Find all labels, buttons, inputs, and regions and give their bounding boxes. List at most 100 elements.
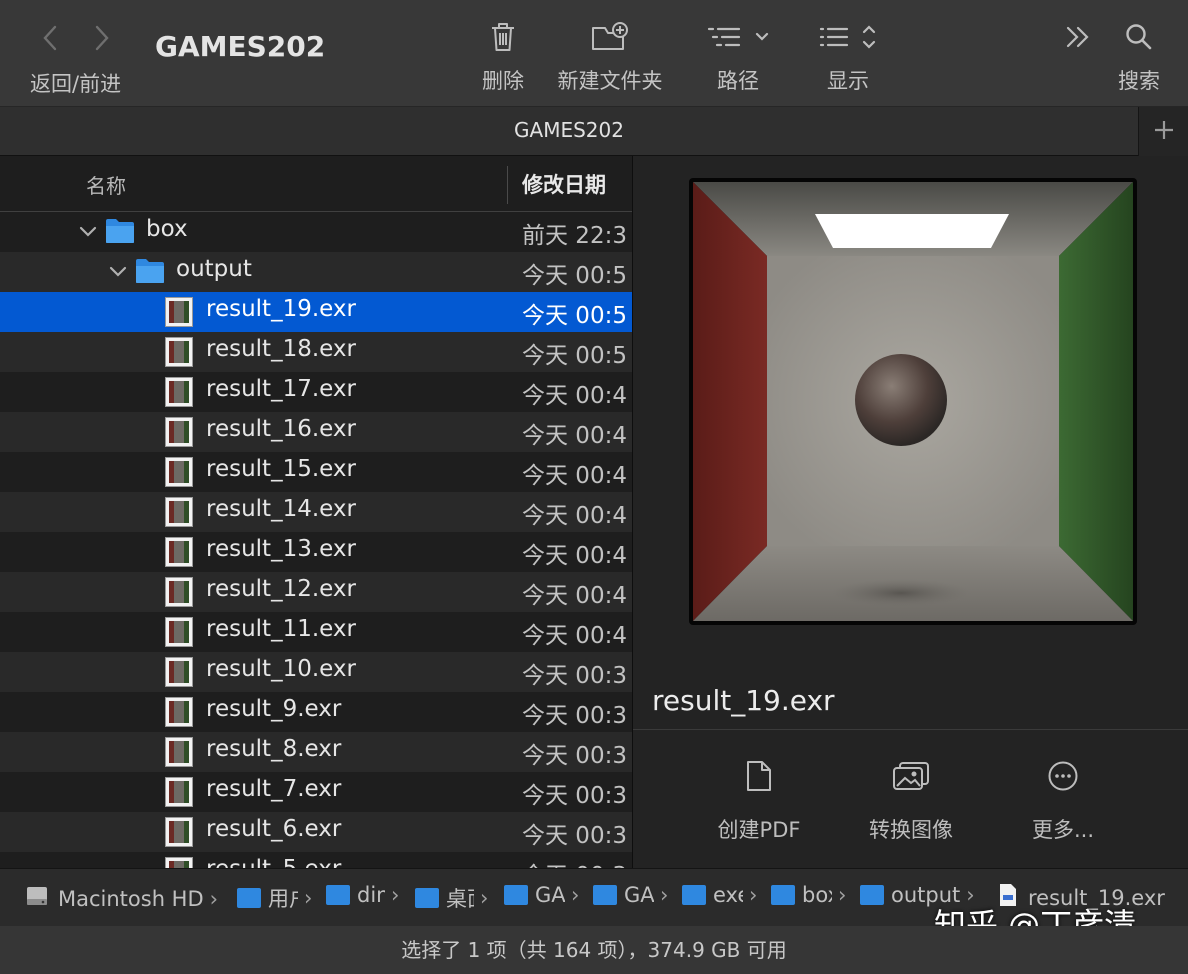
document-icon xyxy=(745,756,773,796)
path-item-box[interactable]: box› xyxy=(771,883,855,907)
toolbar: 返回/前进 GAMES202 删除 新建文件夹 路径 显示 搜索 xyxy=(0,0,1188,106)
row-name: result_12.exr xyxy=(206,576,356,602)
path-item-macintosh-hd[interactable]: Macintosh HD › xyxy=(24,883,218,914)
file-row[interactable]: result_15.exr 今天 00:4 xyxy=(0,452,632,492)
folder-row[interactable]: box 前天 22:3 xyxy=(0,212,632,252)
preview-divider xyxy=(633,729,1188,730)
exr-thumbnail-icon xyxy=(165,377,193,407)
exr-thumbnail-icon xyxy=(165,537,193,567)
row-date: 今天 00:4 xyxy=(522,543,627,569)
row-date: 今天 00:4 xyxy=(522,503,627,529)
column-header-date[interactable]: 修改日期 xyxy=(522,169,606,199)
file-row[interactable]: result_11.exr 今天 00:4 xyxy=(0,612,632,652)
view-button[interactable]: 显示 xyxy=(815,17,881,95)
column-divider[interactable] xyxy=(507,166,508,204)
path-item-label: GAMES202 xyxy=(624,883,654,907)
path-item-exercise[interactable]: exercise› xyxy=(682,883,766,907)
file-list: 名称 修改日期 box 前天 22:3 output 今天 00:5 result_19… xyxy=(0,156,632,868)
file-row[interactable]: result_16.exr 今天 00:4 xyxy=(0,412,632,452)
file-row[interactable]: result_18.exr 今天 00:5 xyxy=(0,332,632,372)
forward-chevron-icon[interactable] xyxy=(91,23,111,57)
path-item-label: GAMES xyxy=(535,883,565,907)
row-name: result_17.exr xyxy=(206,376,356,402)
path-separator: › xyxy=(660,883,669,907)
path-item-games202[interactable]: GAMES202› xyxy=(593,883,677,907)
new-tab-button[interactable] xyxy=(1138,107,1188,156)
folder-icon xyxy=(860,885,884,905)
file-row[interactable]: result_13.exr 今天 00:4 xyxy=(0,532,632,572)
row-date: 今天 00:3 xyxy=(522,783,627,809)
more-toolbar-button[interactable] xyxy=(1062,17,1094,57)
finder-window: 返回/前进 GAMES202 删除 新建文件夹 路径 显示 搜索 GAMES20… xyxy=(0,0,1188,974)
preview-pane: result_19.exr 创建PDF 转换图像 更多... xyxy=(633,156,1188,868)
file-row[interactable]: result_6.exr 今天 00:3 xyxy=(0,812,632,852)
row-date: 今天 00:4 xyxy=(522,383,627,409)
user-folder-icon xyxy=(326,885,350,905)
path-button[interactable]: 路径 xyxy=(705,17,771,95)
row-name: result_19.exr xyxy=(206,296,356,322)
exr-thumbnail-icon xyxy=(165,777,193,807)
nav-label: 返回/前进 xyxy=(30,72,122,96)
row-date: 今天 00:4 xyxy=(522,583,627,609)
file-row[interactable]: result_17.exr 今天 00:4 xyxy=(0,372,632,412)
path-item-user[interactable]: dingyanqing› xyxy=(326,883,406,907)
new-folder-label: 新建文件夹 xyxy=(557,69,663,93)
row-name: output xyxy=(176,256,252,282)
exr-thumbnail-icon xyxy=(165,417,193,447)
preview-image xyxy=(689,178,1137,625)
exr-thumbnail-icon xyxy=(165,737,193,767)
row-name: result_6.exr xyxy=(206,816,342,842)
search-button[interactable]: 搜索 xyxy=(1113,17,1165,95)
exr-thumbnail-icon xyxy=(165,817,193,847)
path-separator: › xyxy=(391,883,400,907)
double-chevron-icon xyxy=(1063,17,1093,57)
path-separator: › xyxy=(749,883,758,907)
back-chevron-icon[interactable] xyxy=(41,23,61,57)
row-name: result_18.exr xyxy=(206,336,356,362)
file-row[interactable]: result_14.exr 今天 00:4 xyxy=(0,492,632,532)
row-date: 今天 00:4 xyxy=(522,623,627,649)
folder-icon xyxy=(593,885,617,905)
convert-image-button[interactable]: 转换图像 xyxy=(841,756,981,844)
path-item-users[interactable]: 用户› xyxy=(237,883,313,913)
row-date: 今天 00:4 xyxy=(522,463,627,489)
folder-row[interactable]: output 今天 00:5 xyxy=(0,252,632,292)
path-item-label: 桌面 xyxy=(446,887,474,911)
row-name: result_16.exr xyxy=(206,416,356,442)
file-row[interactable]: result_10.exr 今天 00:3 xyxy=(0,652,632,692)
file-row[interactable]: result_5.exr 今天 00:3 xyxy=(0,852,632,868)
row-name: result_10.exr xyxy=(206,656,356,682)
search-icon xyxy=(1124,17,1154,57)
nav-group: 返回/前进 xyxy=(30,20,121,98)
disclosure-chevron-icon[interactable] xyxy=(78,223,98,245)
more-actions-button[interactable]: 更多... xyxy=(993,756,1133,844)
path-separator: › xyxy=(480,886,489,910)
file-row[interactable]: result_9.exr 今天 00:3 xyxy=(0,692,632,732)
path-item-label: box xyxy=(802,883,832,907)
path-item-label: exercise xyxy=(713,883,743,907)
path-separator: › xyxy=(571,883,580,907)
exr-thumbnail-icon xyxy=(165,337,193,367)
folder-icon xyxy=(771,885,795,905)
file-row[interactable]: result_7.exr 今天 00:3 xyxy=(0,772,632,812)
path-item-games[interactable]: GAMES› xyxy=(504,883,588,907)
more-actions-label: 更多... xyxy=(1031,818,1095,842)
path-item-label: Macintosh HD xyxy=(58,886,204,911)
column-header-name[interactable]: 名称 xyxy=(86,170,126,199)
disclosure-chevron-icon[interactable] xyxy=(108,263,128,285)
row-name: result_8.exr xyxy=(206,736,342,762)
path-item-desktop[interactable]: 桌面› xyxy=(415,883,495,913)
delete-button[interactable]: 删除 xyxy=(478,17,528,95)
tab-games202[interactable]: GAMES202 xyxy=(0,118,1138,142)
search-label: 搜索 xyxy=(1118,69,1160,93)
file-row[interactable]: result_19.exr 今天 00:5 xyxy=(0,292,632,332)
file-row[interactable]: result_12.exr 今天 00:4 xyxy=(0,572,632,612)
file-row[interactable]: result_8.exr 今天 00:3 xyxy=(0,732,632,772)
row-date: 今天 00:4 xyxy=(522,423,627,449)
ellipsis-circle-icon xyxy=(1047,756,1079,796)
new-folder-icon xyxy=(591,17,629,57)
new-folder-button[interactable]: 新建文件夹 xyxy=(553,17,667,95)
create-pdf-button[interactable]: 创建PDF xyxy=(689,756,829,844)
row-date: 今天 00:5 xyxy=(522,303,627,329)
row-date: 今天 00:3 xyxy=(522,743,627,769)
